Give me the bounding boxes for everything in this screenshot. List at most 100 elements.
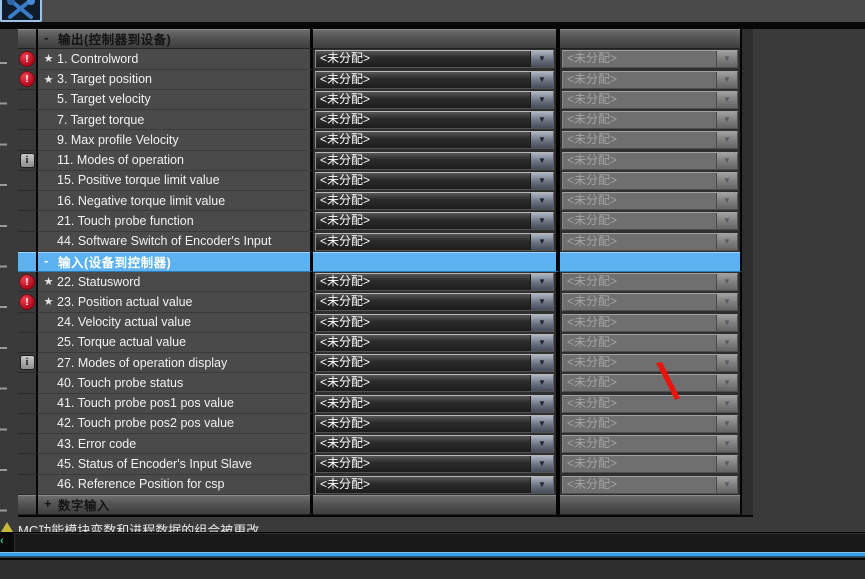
- variable-dropdown[interactable]: <未分配>▼: [315, 131, 554, 149]
- variable-dropdown[interactable]: <未分配>▼: [315, 435, 554, 453]
- dropdown-value: <未分配>: [563, 294, 716, 310]
- dropdown-value: <未分配>: [316, 456, 530, 472]
- grid-row[interactable]: 42. Touch probe pos2 pos value<未分配>▼<未分配…: [18, 414, 753, 434]
- variable-dropdown[interactable]: <未分配>▼: [315, 395, 554, 413]
- tool-settings-button[interactable]: [0, 0, 42, 22]
- grid-row[interactable]: 25. Torque actual value<未分配>▼<未分配>▼: [18, 333, 753, 353]
- grid-row[interactable]: 15. Positive torque limit value<未分配>▼<未分…: [18, 171, 753, 191]
- row-label-cell: 44. Software Switch of Encoder's Input: [38, 232, 313, 252]
- grid-row[interactable]: !★3. Target position<未分配>▼<未分配>▼: [18, 70, 753, 90]
- grid-row[interactable]: 41. Touch probe pos1 pos value<未分配>▼<未分配…: [18, 394, 753, 414]
- variable-dropdown[interactable]: <未分配>▼: [315, 71, 554, 89]
- dropdown-arrow-button[interactable]: ▼: [530, 173, 553, 189]
- grid-row[interactable]: 5. Target velocity<未分配>▼<未分配>▼: [18, 90, 753, 110]
- grid-row[interactable]: i11. Modes of operation<未分配>▼<未分配>▼: [18, 151, 753, 171]
- grid-row[interactable]: !★23. Position actual value<未分配>▼<未分配>▼: [18, 292, 753, 312]
- dropdown-arrow-button[interactable]: ▼: [530, 436, 553, 452]
- alert-icon: !: [20, 72, 34, 86]
- row-label-cell: ★1. Controlword: [38, 49, 313, 69]
- row-label: 1. Controlword: [57, 52, 138, 66]
- dropdown-arrow-button[interactable]: ▼: [530, 132, 553, 148]
- grid-row[interactable]: 16. Negative torque limit value<未分配>▼<未分…: [18, 191, 753, 211]
- variable-dropdown[interactable]: <未分配>▼: [315, 455, 554, 473]
- secondary-dropdown: <未分配>▼: [562, 334, 738, 352]
- grid-row[interactable]: 43. Error code<未分配>▼<未分配>▼: [18, 434, 753, 454]
- secondary-cell: <未分配>▼: [560, 313, 742, 333]
- dropdown-arrow-button[interactable]: ▼: [530, 294, 553, 310]
- dropdown-arrow-button[interactable]: ▼: [530, 355, 553, 371]
- section-row[interactable]: -输入(设备到控制器): [18, 252, 753, 272]
- dropdown-arrow-button[interactable]: ▼: [530, 274, 553, 290]
- variable-dropdown[interactable]: <未分配>▼: [315, 293, 554, 311]
- dropdown-value: <未分配>: [563, 213, 716, 229]
- chevron-down-icon: ▼: [723, 76, 731, 84]
- grid-row[interactable]: i27. Modes of operation display<未分配>▼<未分…: [18, 353, 753, 373]
- variable-dropdown[interactable]: <未分配>▼: [315, 152, 554, 170]
- variable-dropdown[interactable]: <未分配>▼: [315, 374, 554, 392]
- section-row[interactable]: +数字输入: [18, 495, 753, 515]
- chevron-down-icon: ▼: [723, 116, 731, 124]
- dropdown-arrow-button[interactable]: ▼: [530, 456, 553, 472]
- variable-dropdown[interactable]: <未分配>▼: [315, 212, 554, 230]
- variable-dropdown[interactable]: <未分配>▼: [315, 91, 554, 109]
- dropdown-arrow-button[interactable]: ▼: [530, 315, 553, 331]
- variable-dropdown[interactable]: <未分配>▼: [315, 192, 554, 210]
- grid-row[interactable]: 24. Velocity actual value<未分配>▼<未分配>▼: [18, 313, 753, 333]
- variable-dropdown[interactable]: <未分配>▼: [315, 172, 554, 190]
- dropdown-arrow-button[interactable]: ▼: [530, 112, 553, 128]
- grid-row[interactable]: 44. Software Switch of Encoder's Input<未…: [18, 232, 753, 252]
- chevron-down-icon: ▼: [538, 400, 546, 408]
- grid-row[interactable]: 21. Touch probe function<未分配>▼<未分配>▼: [18, 211, 753, 231]
- dropdown-arrow-button[interactable]: ▼: [530, 375, 553, 391]
- dropdown-arrow-button[interactable]: ▼: [530, 416, 553, 432]
- chevron-down-icon: ▼: [723, 481, 731, 489]
- row-flag-cell: [18, 475, 38, 495]
- grid-row[interactable]: !★22. Statusword<未分配>▼<未分配>▼: [18, 272, 753, 292]
- chevron-down-icon: ▼: [723, 440, 731, 448]
- collapse-toggle-icon[interactable]: -: [38, 253, 58, 270]
- row-label-cell: 43. Error code: [38, 434, 313, 454]
- variable-dropdown[interactable]: <未分配>▼: [315, 476, 554, 494]
- variable-dropdown[interactable]: <未分配>▼: [315, 111, 554, 129]
- variable-cell: <未分配>▼: [313, 232, 560, 252]
- variable-dropdown[interactable]: <未分配>▼: [315, 334, 554, 352]
- dropdown-arrow-button[interactable]: ▼: [530, 335, 553, 351]
- dropdown-arrow-button[interactable]: ▼: [530, 234, 553, 250]
- variable-dropdown[interactable]: <未分配>▼: [315, 50, 554, 68]
- chevron-down-icon: ▼: [723, 420, 731, 428]
- variable-dropdown[interactable]: <未分配>▼: [315, 354, 554, 372]
- row-label-cell: 9. Max profile Velocity: [38, 130, 313, 150]
- grid-row[interactable]: 45. Status of Encoder's Input Slave<未分配>…: [18, 454, 753, 474]
- dropdown-arrow-button[interactable]: ▼: [530, 477, 553, 493]
- section-row[interactable]: -输出(控制器到设备): [18, 29, 753, 49]
- grid-row[interactable]: !★1. Controlword<未分配>▼<未分配>▼: [18, 49, 753, 69]
- dropdown-arrow-button[interactable]: ▼: [530, 92, 553, 108]
- variable-dropdown[interactable]: <未分配>▼: [315, 415, 554, 433]
- dropdown-arrow-button: ▼: [716, 436, 737, 452]
- dropdown-arrow-button[interactable]: ▼: [530, 396, 553, 412]
- collapse-left-icon[interactable]: ‹: [0, 535, 4, 547]
- star-icon: ★: [38, 73, 57, 86]
- chevron-down-icon: ▼: [723, 339, 731, 347]
- dropdown-arrow-button[interactable]: ▼: [530, 72, 553, 88]
- grid-row[interactable]: 40. Touch probe status<未分配>▼<未分配>▼: [18, 373, 753, 393]
- dropdown-arrow-button[interactable]: ▼: [530, 193, 553, 209]
- row-label-cell: +数字输入: [38, 495, 313, 515]
- row-flag-cell: [18, 454, 38, 474]
- variable-dropdown[interactable]: <未分配>▼: [315, 273, 554, 291]
- expand-toggle-icon[interactable]: +: [38, 496, 58, 513]
- row-label: 41. Touch probe pos1 pos value: [57, 396, 234, 410]
- secondary-cell: <未分配>▼: [560, 373, 742, 393]
- variable-dropdown[interactable]: <未分配>▼: [315, 233, 554, 251]
- variable-dropdown[interactable]: <未分配>▼: [315, 314, 554, 332]
- grid-row[interactable]: 46. Reference Position for csp<未分配>▼<未分配…: [18, 475, 753, 495]
- dropdown-arrow-button[interactable]: ▼: [530, 51, 553, 67]
- output-panel-gutter: ‹: [0, 532, 14, 552]
- dropdown-arrow-button[interactable]: ▼: [530, 153, 553, 169]
- output-panel[interactable]: [14, 532, 865, 553]
- grid-row[interactable]: 9. Max profile Velocity<未分配>▼<未分配>▼: [18, 130, 753, 150]
- chevron-down-icon: ▼: [723, 298, 731, 306]
- collapse-toggle-icon[interactable]: -: [38, 30, 58, 47]
- grid-row[interactable]: 7. Target torque<未分配>▼<未分配>▼: [18, 110, 753, 130]
- dropdown-arrow-button[interactable]: ▼: [530, 213, 553, 229]
